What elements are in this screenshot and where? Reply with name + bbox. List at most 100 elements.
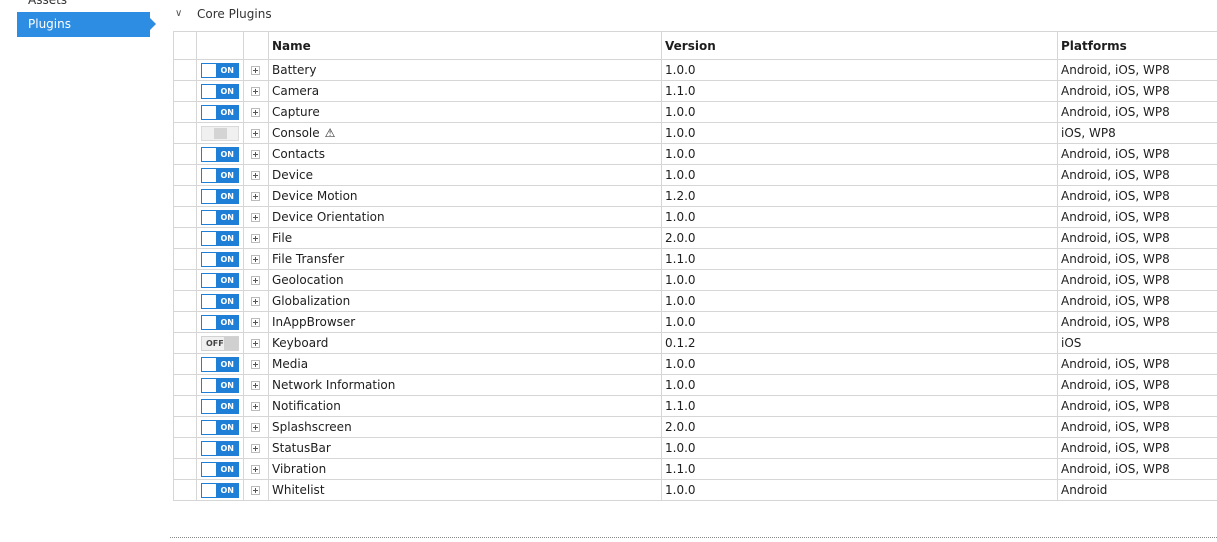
expand-cell [243, 185, 269, 207]
expand-plus-icon[interactable] [251, 318, 260, 327]
table-row[interactable]: ON Notification 1.1.0 Android, iOS, WP8 [173, 395, 1217, 417]
row-selector[interactable] [173, 374, 197, 396]
row-selector[interactable] [173, 290, 197, 312]
table-row[interactable]: ON Globalization 1.0.0 Android, iOS, WP8 [173, 290, 1217, 312]
toggle-knob [202, 378, 216, 392]
row-selector[interactable] [173, 458, 197, 480]
plugin-toggle[interactable]: ON [201, 83, 239, 99]
expand-plus-icon[interactable] [251, 465, 260, 474]
table-row[interactable]: ON StatusBar 1.0.0 Android, iOS, WP8 [173, 437, 1217, 459]
plugin-toggle[interactable]: ON [201, 461, 239, 477]
expand-plus-icon[interactable] [251, 108, 260, 117]
plugin-platforms: iOS [1057, 332, 1217, 354]
toggle-label: ON [220, 275, 235, 285]
expand-plus-icon[interactable] [251, 129, 260, 138]
plugin-toggle[interactable]: ON [201, 272, 239, 288]
header-version[interactable]: Version [661, 31, 1058, 60]
expand-plus-icon[interactable] [251, 150, 260, 159]
expand-plus-icon[interactable] [251, 339, 260, 348]
table-row[interactable]: ON Capture 1.0.0 Android, iOS, WP8 [173, 101, 1217, 123]
header-expand [243, 31, 269, 60]
expand-plus-icon[interactable] [251, 402, 260, 411]
table-row[interactable]: Console ⚠ 1.0.0 iOS, WP8 [173, 122, 1217, 144]
plugin-toggle[interactable]: OFF [201, 335, 239, 351]
table-row[interactable]: ON Geolocation 1.0.0 Android, iOS, WP8 [173, 269, 1217, 291]
table-row[interactable]: ON Network Information 1.0.0 Android, iOS, … [173, 374, 1217, 396]
expand-plus-icon[interactable] [251, 171, 260, 180]
toggle-label: ON [220, 401, 235, 411]
expand-cell [243, 227, 269, 249]
expand-plus-icon[interactable] [251, 360, 260, 369]
table-row[interactable]: ON Whitelist 1.0.0 Android [173, 479, 1217, 501]
expand-plus-icon[interactable] [251, 87, 260, 96]
plugin-toggle[interactable]: ON [201, 188, 239, 204]
header-platforms[interactable]: Platforms [1057, 31, 1217, 60]
row-selector[interactable] [173, 143, 197, 165]
row-selector[interactable] [173, 437, 197, 459]
plugin-toggle[interactable]: ON [201, 314, 239, 330]
table-row[interactable]: ON Device Motion 1.2.0 Android, iOS, WP8 [173, 185, 1217, 207]
expand-plus-icon[interactable] [251, 276, 260, 285]
plugin-toggle[interactable]: ON [201, 398, 239, 414]
row-selector[interactable] [173, 353, 197, 375]
table-row[interactable]: ON Battery 1.0.0 Android, iOS, WP8 [173, 59, 1217, 81]
table-row[interactable]: ON Device 1.0.0 Android, iOS, WP8 [173, 164, 1217, 186]
table-row[interactable]: ON Vibration 1.1.0 Android, iOS, WP8 [173, 458, 1217, 480]
expand-plus-icon[interactable] [251, 192, 260, 201]
expand-plus-icon[interactable] [251, 66, 260, 75]
toggle-knob [202, 147, 216, 161]
expand-plus-icon[interactable] [251, 255, 260, 264]
row-selector[interactable] [173, 227, 197, 249]
expand-plus-icon[interactable] [251, 423, 260, 432]
plugin-toggle[interactable]: ON [201, 251, 239, 267]
row-selector[interactable] [173, 332, 197, 354]
sidebar-item-plugins[interactable]: Plugins [17, 12, 156, 37]
plugin-toggle[interactable]: ON [201, 356, 239, 372]
plugin-toggle[interactable]: ON [201, 62, 239, 78]
row-selector[interactable] [173, 101, 197, 123]
plugin-toggle[interactable]: ON [201, 293, 239, 309]
table-row[interactable]: OFF Keyboard 0.1.2 iOS [173, 332, 1217, 354]
row-selector[interactable] [173, 395, 197, 417]
table-row[interactable]: ON Splashscreen 2.0.0 Android, iOS, WP8 [173, 416, 1217, 438]
chevron-down-icon[interactable]: ∨ [175, 5, 189, 23]
row-selector[interactable] [173, 416, 197, 438]
plugin-toggle[interactable]: ON [201, 377, 239, 393]
plugin-toggle[interactable]: ON [201, 104, 239, 120]
plugin-platforms: Android, iOS, WP8 [1057, 290, 1217, 312]
table-row[interactable]: ON Media 1.0.0 Android, iOS, WP8 [173, 353, 1217, 375]
table-row[interactable]: ON File 2.0.0 Android, iOS, WP8 [173, 227, 1217, 249]
row-selector[interactable] [173, 80, 197, 102]
plugin-toggle[interactable]: ON [201, 230, 239, 246]
table-row[interactable]: ON Camera 1.1.0 Android, iOS, WP8 [173, 80, 1217, 102]
row-selector[interactable] [173, 122, 197, 144]
expand-plus-icon[interactable] [251, 297, 260, 306]
section-title: Core Plugins [197, 7, 272, 21]
table-row[interactable]: ON File Transfer 1.1.0 Android, iOS, WP8 [173, 248, 1217, 270]
row-selector[interactable] [173, 311, 197, 333]
table-row[interactable]: ON InAppBrowser 1.0.0 Android, iOS, WP8 [173, 311, 1217, 333]
header-name[interactable]: Name [268, 31, 662, 60]
plugin-toggle[interactable]: ON [201, 146, 239, 162]
expand-plus-icon[interactable] [251, 381, 260, 390]
row-selector[interactable] [173, 185, 197, 207]
row-selector[interactable] [173, 248, 197, 270]
row-selector[interactable] [173, 269, 197, 291]
section-header[interactable]: ∨ Core Plugins [175, 5, 272, 23]
row-selector[interactable] [173, 59, 197, 81]
plugin-toggle[interactable]: ON [201, 482, 239, 498]
table-row[interactable]: ON Device Orientation 1.0.0 Android, iOS, W… [173, 206, 1217, 228]
table-row[interactable]: ON Contacts 1.0.0 Android, iOS, WP8 [173, 143, 1217, 165]
plugin-toggle[interactable]: ON [201, 440, 239, 456]
plugin-toggle[interactable]: ON [201, 209, 239, 225]
expand-plus-icon[interactable] [251, 444, 260, 453]
plugin-toggle[interactable]: ON [201, 419, 239, 435]
row-selector[interactable] [173, 479, 197, 501]
plugin-name-cell: Camera [268, 80, 662, 102]
expand-plus-icon[interactable] [251, 213, 260, 222]
row-selector[interactable] [173, 164, 197, 186]
plugin-toggle[interactable]: ON [201, 167, 239, 183]
expand-plus-icon[interactable] [251, 234, 260, 243]
expand-plus-icon[interactable] [251, 486, 260, 495]
row-selector[interactable] [173, 206, 197, 228]
